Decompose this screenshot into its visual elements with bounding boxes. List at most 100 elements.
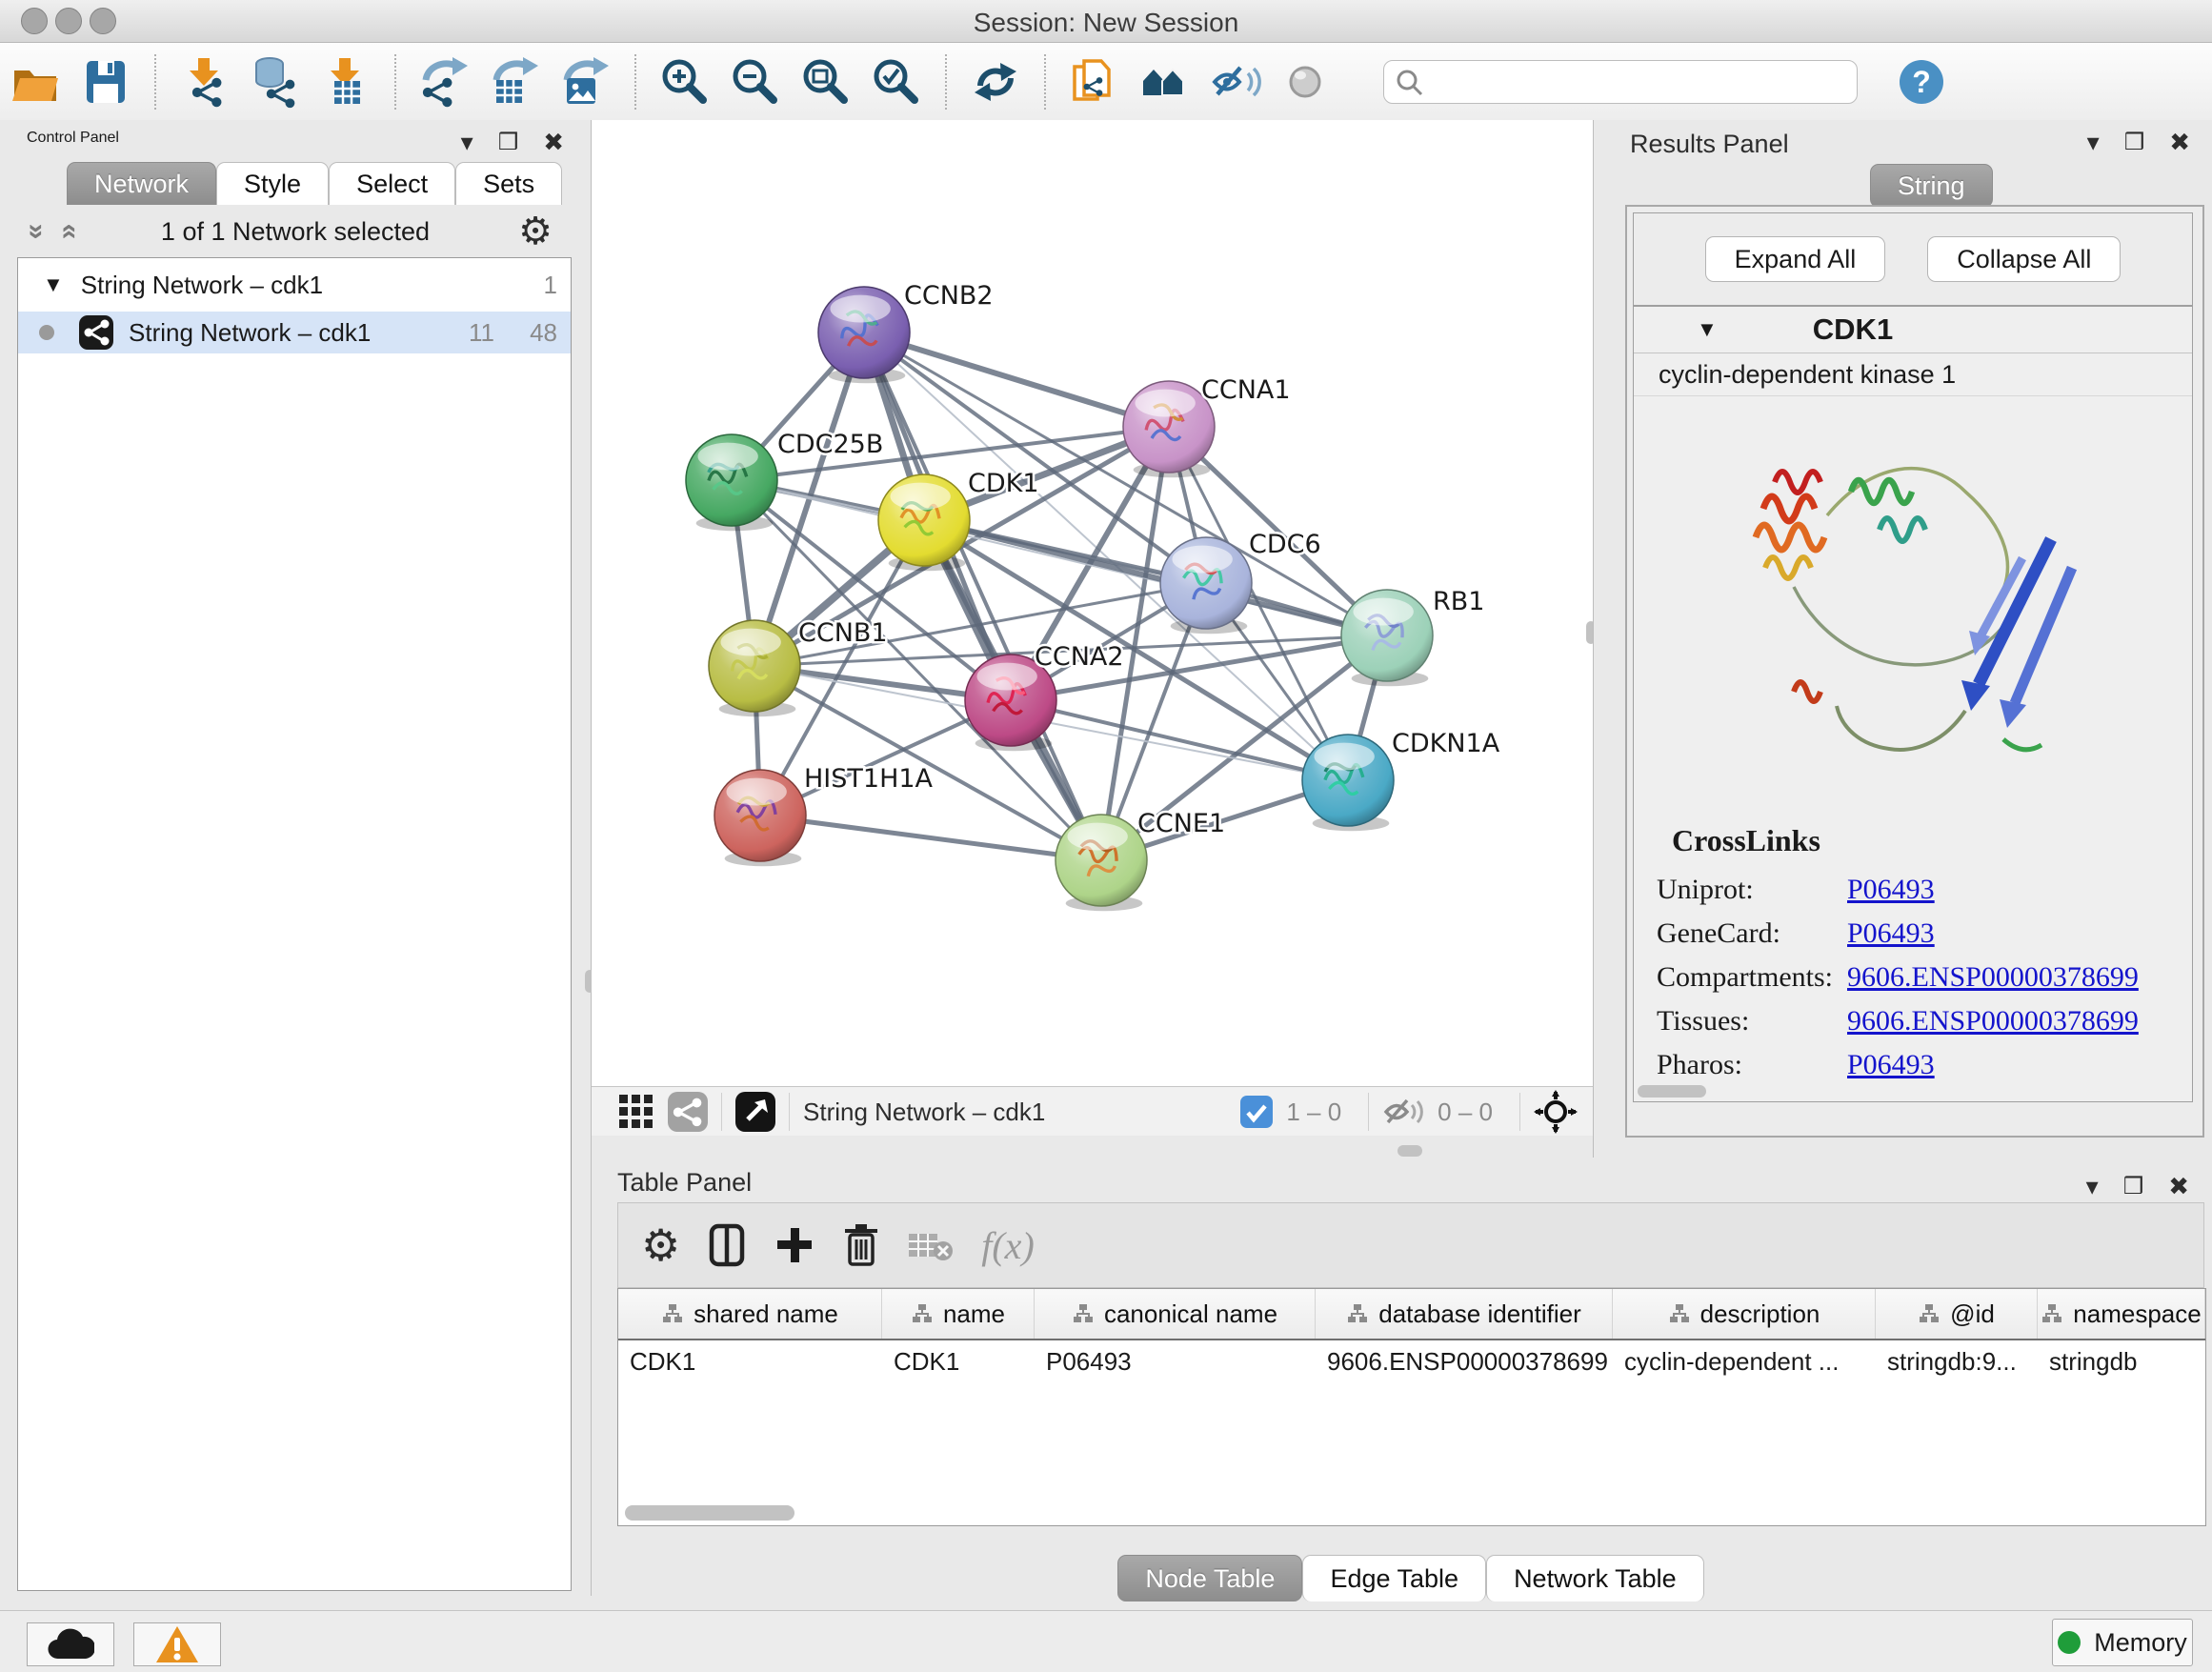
detach-view-icon[interactable] [735, 1092, 775, 1132]
show-columns-icon[interactable] [705, 1222, 749, 1268]
network-list-options-gear-icon[interactable]: ⚙ [518, 210, 553, 253]
network-row[interactable]: String Network – cdk1 11 48 [18, 312, 571, 353]
crosslink-label: Compartments: [1634, 961, 1847, 994]
export-table-button[interactable] [486, 54, 545, 110]
zoom-fit-button[interactable] [796, 54, 855, 110]
tab-style[interactable]: Style [216, 162, 329, 205]
update-network-button[interactable] [966, 54, 1025, 110]
results-panel-collapse-icon[interactable]: ▾ [2087, 128, 2100, 157]
cloud-button[interactable] [27, 1622, 114, 1666]
cell-database-identifier[interactable]: 9606.ENSP00000378699 [1316, 1347, 1613, 1377]
selected-checkbox-icon[interactable] [1240, 1096, 1273, 1128]
tab-sets[interactable]: Sets [455, 162, 562, 205]
hidden-eye-icon[interactable] [1382, 1095, 1424, 1129]
help-button[interactable]: ? [1892, 54, 1951, 110]
search-field[interactable] [1383, 60, 1858, 104]
control-panel-float-icon[interactable]: ❒ [498, 129, 519, 156]
tab-select[interactable]: Select [329, 162, 455, 205]
import-table-file-icon [319, 55, 372, 109]
table-panel-collapse-icon[interactable]: ▾ [2086, 1172, 2099, 1201]
collapse-all-button[interactable]: Collapse All [1927, 236, 2121, 282]
birdseye-crosshair-icon[interactable] [1534, 1090, 1578, 1134]
cell-namespace[interactable]: stringdb [2038, 1347, 2205, 1377]
cell-name[interactable]: CDK1 [882, 1347, 1035, 1377]
crosslink-link[interactable]: P06493 [1847, 917, 1935, 950]
column-header-namespace[interactable]: namespace [2038, 1289, 2205, 1339]
import-network-database-button[interactable] [246, 54, 305, 110]
add-column-icon[interactable] [774, 1224, 815, 1266]
node-HIST1H1A[interactable]: HIST1H1A [714, 764, 934, 866]
cell-canonical-name[interactable]: P06493 [1035, 1347, 1316, 1377]
import-network-file-button[interactable] [175, 54, 234, 110]
node-CDKN1A[interactable]: CDKN1A [1302, 729, 1500, 831]
cell--id[interactable]: stringdb:9... [1876, 1347, 2038, 1377]
crosslink-link[interactable]: P06493 [1847, 1049, 1935, 1081]
expand-all-button[interactable]: Expand All [1705, 236, 1886, 282]
export-network-button[interactable] [415, 54, 474, 110]
show-eye-button[interactable] [1277, 54, 1336, 110]
node-CCNB1[interactable]: CCNB1 [709, 618, 888, 716]
column-header-name[interactable]: name [882, 1289, 1035, 1339]
column-type-icon [1072, 1302, 1095, 1325]
table-options-gear-icon[interactable]: ⚙ [641, 1219, 680, 1271]
zoom-selected-button[interactable] [867, 54, 926, 110]
results-panel-float-icon[interactable]: ❒ [2124, 129, 2145, 156]
node-CCNB2[interactable]: CCNB2 [818, 281, 994, 383]
tab-network[interactable]: Network [67, 162, 216, 205]
column-header-shared-name[interactable]: shared name [618, 1289, 882, 1339]
warning-button[interactable] [133, 1622, 221, 1666]
table-hscroll-thumb[interactable] [625, 1505, 794, 1521]
search-input[interactable] [1424, 66, 1828, 97]
open-session-button[interactable] [6, 54, 65, 110]
tab-edge-table[interactable]: Edge Table [1302, 1555, 1486, 1601]
cell-description[interactable]: cyclin-dependent ... [1613, 1347, 1876, 1377]
zoom-out-button[interactable] [726, 54, 785, 110]
column-header-canonical-name[interactable]: canonical name [1035, 1289, 1316, 1339]
cell-shared-name[interactable]: CDK1 [618, 1347, 882, 1377]
results-tab-string[interactable]: String [1870, 164, 1993, 208]
network-graph[interactable]: CCNB2 CCNA1 CDC25B CDK1 CDC6 RB1 CCNB1 C… [592, 120, 1593, 1086]
column-header--id[interactable]: @id [1876, 1289, 2038, 1339]
network-canvas[interactable]: CCNB2 CCNA1 CDC25B CDK1 CDC6 RB1 CCNB1 C… [592, 120, 1593, 1086]
crosslink-link[interactable]: 9606.ENSP00000378699 [1847, 1005, 2139, 1037]
import-table-file-button[interactable] [316, 54, 375, 110]
crosslink-link[interactable]: P06493 [1847, 874, 1935, 906]
table-row[interactable]: CDK1CDK1P064939606.ENSP00000378699cyclin… [618, 1340, 2205, 1382]
column-type-icon [661, 1302, 684, 1325]
table-panel-close-icon[interactable]: ✖ [2168, 1172, 2189, 1201]
network-overview-share-icon[interactable] [668, 1092, 708, 1132]
network-collection-row[interactable]: ▼ String Network – cdk1 1 [18, 258, 571, 306]
table-panel-float-icon[interactable]: ❒ [2123, 1173, 2144, 1200]
tab-network-table[interactable]: Network Table [1486, 1555, 1704, 1601]
gene-panel: ▼ CDK1 cyclin-dependent kinase 1 CrossLi… [1633, 306, 2193, 1102]
node-RB1[interactable]: RB1 [1341, 587, 1484, 686]
results-hscroll-thumb[interactable] [1638, 1085, 1706, 1098]
node-CDC25B[interactable]: CDC25B [686, 430, 883, 531]
control-panel-close-icon[interactable]: ✖ [543, 128, 564, 157]
node-CDK1[interactable]: CDK1 [878, 469, 1039, 571]
grid-view-icon[interactable] [616, 1092, 654, 1130]
save-session-button[interactable] [76, 54, 135, 110]
export-image-button[interactable] [556, 54, 615, 110]
collection-expand-icon[interactable]: ▼ [43, 272, 64, 297]
share-document-button[interactable] [1065, 54, 1124, 110]
home-pages-button[interactable] [1136, 54, 1195, 110]
crosslink-label: GeneCard: [1634, 917, 1847, 950]
hide-panel-eye-button[interactable] [1206, 54, 1265, 110]
zoom-in-button[interactable] [655, 54, 714, 110]
node-CCNE1[interactable]: CCNE1 [1056, 809, 1225, 911]
node-label-CCNB1: CCNB1 [798, 618, 888, 648]
memory-button[interactable]: Memory [2052, 1619, 2193, 1666]
control-panel-collapse-icon[interactable]: ▾ [461, 128, 473, 157]
column-header-database-identifier[interactable]: database identifier [1316, 1289, 1613, 1339]
delete-column-trash-icon[interactable] [840, 1222, 882, 1268]
tab-node-table[interactable]: Node Table [1117, 1555, 1302, 1601]
gene-header-row[interactable]: ▼ CDK1 [1634, 307, 2192, 353]
toolbar-separator [1044, 54, 1046, 110]
crosslink-link[interactable]: 9606.ENSP00000378699 [1847, 961, 2139, 994]
gene-collapse-icon[interactable]: ▼ [1697, 317, 1718, 342]
results-panel-close-icon[interactable]: ✖ [2169, 128, 2190, 157]
edge-HIST1H1A-CCNE1 [760, 816, 1101, 860]
column-header-description[interactable]: description [1613, 1289, 1876, 1339]
bottom-splitter-handle[interactable] [1398, 1145, 1422, 1157]
